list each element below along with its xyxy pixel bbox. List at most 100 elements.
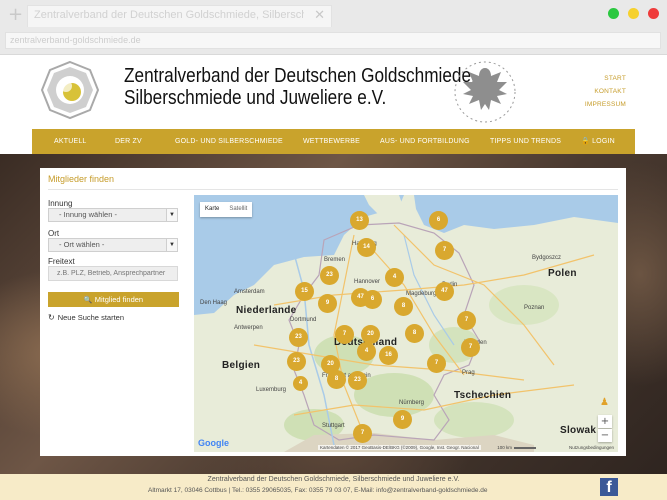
- map-cluster[interactable]: 7: [353, 424, 372, 443]
- search-icon: 🔍: [83, 296, 93, 304]
- google-logo-text: Google: [198, 438, 229, 448]
- map-city-bremen: Bremen: [324, 257, 346, 263]
- map-cluster[interactable]: 7: [427, 354, 446, 373]
- nav-item-gold-und-silberschmiede[interactable]: GOLD- UND SILBERSCHMIEDE: [175, 129, 283, 154]
- footer-contact: Altmarkt 17, 03046 Cottbus | Tel.: 0355 …: [148, 487, 488, 494]
- window-minimize-button[interactable]: [628, 8, 639, 19]
- member-map[interactable]: Karte Satellit Niederlande Deutschland B…: [194, 195, 618, 452]
- meta-nav-impressum[interactable]: IMPRESSUM: [560, 98, 626, 111]
- ort-select[interactable]: - Ort wählen - ▼: [48, 238, 178, 252]
- map-cluster[interactable]: 9: [393, 410, 412, 429]
- map-cluster[interactable]: 23: [287, 352, 306, 371]
- map-cluster[interactable]: 14: [357, 238, 376, 257]
- site-header: Zentralverband der Deutschen Goldschmied…: [0, 55, 667, 129]
- panel-divider: [48, 189, 618, 190]
- find-member-button[interactable]: 🔍 Mitglied finden: [48, 292, 179, 307]
- meta-navigation: START KONTAKT IMPRESSUM: [560, 72, 626, 111]
- map-cluster[interactable]: 6: [363, 290, 382, 309]
- map-cluster[interactable]: 8: [394, 297, 413, 316]
- url-text: zentralverband-goldschmiede.de: [10, 35, 141, 45]
- nav-item-login[interactable]: 🔒 LOGIN: [581, 129, 615, 154]
- window-close-button[interactable]: [648, 8, 659, 19]
- map-city-nuernberg: Nürnberg: [399, 400, 425, 406]
- meta-nav-kontakt[interactable]: KONTAKT: [560, 85, 626, 98]
- map-city-poznan: Poznan: [524, 305, 545, 311]
- map-city-den-haag: Den Haag: [200, 300, 228, 306]
- nav-item-der-zv[interactable]: DER ZV: [115, 129, 142, 154]
- map-city-stuttgart: Stuttgart: [322, 423, 345, 429]
- map-label-niederlande: Niederlande: [236, 305, 297, 316]
- map-cluster[interactable]: 6: [429, 211, 448, 230]
- map-type-tabs: Karte Satellit: [200, 202, 253, 217]
- map-cluster[interactable]: 20: [361, 325, 380, 344]
- main-navigation: AKTUELL DER ZV GOLD- UND SILBERSCHMIEDE …: [32, 129, 635, 154]
- new-tab-icon[interactable]: +: [8, 6, 24, 24]
- map-cluster[interactable]: 9: [318, 294, 337, 313]
- map-label-polen: Polen: [548, 268, 577, 279]
- map-city-antwerpen: Antwerpen: [234, 325, 263, 331]
- map-cluster[interactable]: 15: [295, 282, 314, 301]
- meta-nav-start[interactable]: START: [560, 72, 626, 85]
- map-city-amsterdam: Amsterdam: [234, 289, 265, 295]
- new-search-link[interactable]: ↻ Neue Suche starten: [48, 313, 124, 322]
- map-attribution: Kartendaten © 2017 GeoBasis-DE/BKG (©200…: [318, 445, 481, 450]
- map-scale: 100 km: [497, 445, 536, 450]
- map-cluster[interactable]: 4: [385, 268, 404, 287]
- nav-item-aus-und-fortbildung[interactable]: AUS- UND FORTBILDUNG: [380, 129, 470, 154]
- member-search-panel: Mitglieder finden Innung - Innung wählen…: [40, 168, 626, 456]
- map-scale-label: 100 km: [497, 445, 512, 450]
- site-title: Zentralverband der Deutschen Goldschmied…: [124, 65, 476, 109]
- ort-label: Ort: [48, 229, 60, 238]
- map-cluster[interactable]: 7: [335, 325, 354, 344]
- innung-select[interactable]: - Innung wählen - ▼: [48, 208, 178, 222]
- nav-item-aktuell[interactable]: AKTUELL: [54, 129, 87, 154]
- map-city-prag: Prag: [462, 370, 475, 376]
- map-city-magdeburg: Magdeburg: [406, 291, 437, 297]
- nav-item-wettbewerbe[interactable]: WETTBEWERBE: [303, 129, 360, 154]
- map-tab-satellit[interactable]: Satellit: [224, 202, 252, 217]
- association-logo[interactable]: [40, 60, 100, 120]
- map-cluster[interactable]: 7: [457, 311, 476, 330]
- map-cluster[interactable]: 23: [320, 266, 339, 285]
- map-cluster[interactable]: 8: [327, 370, 346, 389]
- map-cluster[interactable]: 8: [405, 324, 424, 343]
- map-cluster[interactable]: 16: [379, 346, 398, 365]
- nav-item-tipps-und-trends[interactable]: TIPPS UND TRENDS: [490, 129, 561, 154]
- map-city-luxemburg: Luxemburg: [256, 387, 287, 393]
- map-cluster[interactable]: 7: [461, 338, 480, 357]
- google-logo: Google: [198, 438, 229, 448]
- facebook-icon[interactable]: f: [600, 478, 618, 496]
- ort-select-value: - Ort wählen -: [59, 240, 105, 249]
- browser-tab[interactable]: Zentralverband der Deutschen Goldschmied…: [27, 5, 332, 27]
- zoom-in-button[interactable]: +: [598, 415, 612, 428]
- panel-title: Mitglieder finden: [48, 174, 115, 184]
- browser-chrome: + Zentralverband der Deutschen Goldschmi…: [0, 0, 667, 55]
- street-view-pegman-icon[interactable]: ♟: [600, 397, 610, 411]
- login-label: LOGIN: [592, 138, 615, 145]
- site-footer: Zentralverband der Deutschen Goldschmied…: [0, 474, 667, 500]
- map-terms-link[interactable]: Nutzungsbedingungen: [569, 445, 614, 450]
- site-title-line1: Zentralverband der Deutschen Goldschmied…: [124, 65, 476, 87]
- federal-eagle-emblem: [454, 61, 516, 123]
- footer-organization: Zentralverband der Deutschen Goldschmied…: [207, 476, 460, 483]
- map-cluster[interactable]: 13: [350, 211, 369, 230]
- map-cluster[interactable]: 23: [348, 371, 367, 390]
- map-label-belgien: Belgien: [222, 360, 261, 371]
- zoom-out-button[interactable]: −: [598, 429, 612, 442]
- map-cluster[interactable]: 4: [293, 376, 308, 391]
- map-tab-karte[interactable]: Karte: [200, 202, 224, 217]
- map-cluster[interactable]: 23: [289, 328, 308, 347]
- innung-select-value: - Innung wählen -: [59, 210, 117, 219]
- map-cluster[interactable]: 7: [435, 241, 454, 260]
- lock-icon: 🔒: [581, 137, 590, 145]
- map-scale-bar: [514, 446, 536, 449]
- close-icon[interactable]: ✕: [314, 8, 325, 23]
- window-maximize-button[interactable]: [608, 8, 619, 19]
- chevron-down-icon: ▼: [166, 209, 177, 221]
- address-bar[interactable]: zentralverband-goldschmiede.de: [5, 32, 661, 49]
- freitext-input[interactable]: [48, 266, 178, 281]
- map-cluster[interactable]: 47: [435, 282, 454, 301]
- chevron-down-icon: ▼: [166, 239, 177, 251]
- site-title-line2: Silberschmiede und Juweliere e.V.: [124, 87, 387, 109]
- map-cluster[interactable]: 4: [357, 342, 376, 361]
